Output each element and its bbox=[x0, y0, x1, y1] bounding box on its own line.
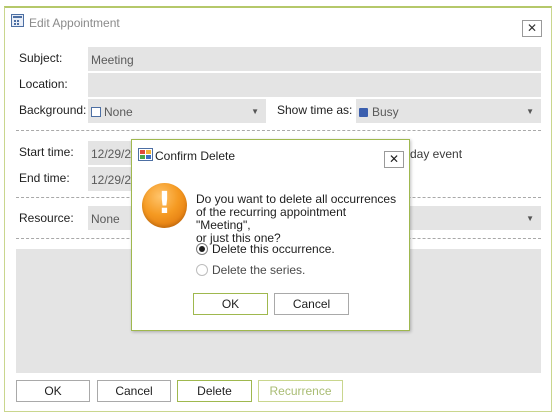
all-day-event-label[interactable]: day event bbox=[410, 147, 462, 161]
location-input[interactable] bbox=[88, 73, 541, 97]
delete-series-label[interactable]: Delete the series. bbox=[212, 263, 305, 277]
dialog-cancel-button[interactable]: Cancel bbox=[274, 293, 349, 315]
chevron-down-icon: ▼ bbox=[251, 107, 259, 116]
dialog-close-button[interactable]: ✕ bbox=[384, 151, 404, 168]
calendar-icon bbox=[11, 14, 24, 27]
subject-label: Subject: bbox=[19, 51, 63, 65]
show-time-as-dropdown[interactable]: Busy ▼ bbox=[356, 99, 541, 123]
background-value: None bbox=[104, 105, 133, 119]
show-time-as-label: Show time as: bbox=[277, 103, 353, 117]
background-label: Background: bbox=[19, 103, 87, 117]
resource-value: None bbox=[91, 212, 120, 226]
delete-series-radio[interactable] bbox=[196, 264, 208, 276]
delete-occurrence-label[interactable]: Delete this occurrence. bbox=[212, 242, 335, 256]
delete-occurrence-radio[interactable] bbox=[196, 243, 208, 255]
subject-input[interactable]: Meeting bbox=[88, 47, 541, 71]
resource-label: Resource: bbox=[19, 211, 74, 225]
end-date-value: 12/29/2 bbox=[91, 173, 132, 187]
start-date-input[interactable]: 12/29/2 bbox=[88, 141, 132, 165]
delete-button[interactable]: Delete bbox=[177, 380, 252, 402]
subject-value: Meeting bbox=[91, 53, 134, 67]
dialog-title: Confirm Delete bbox=[155, 149, 236, 163]
location-label: Location: bbox=[19, 77, 68, 91]
ok-button[interactable]: OK bbox=[16, 380, 90, 402]
window-close-button[interactable]: ✕ bbox=[522, 20, 542, 37]
dialog-message: Do you want to delete all occurrences of… bbox=[196, 193, 401, 245]
end-time-label: End time: bbox=[19, 171, 70, 185]
cancel-button[interactable]: Cancel bbox=[97, 380, 171, 402]
chevron-down-icon: ▼ bbox=[526, 214, 534, 223]
end-date-input[interactable]: 12/29/2 bbox=[88, 167, 132, 191]
show-time-as-value: Busy bbox=[372, 105, 399, 119]
dialog-ok-button[interactable]: OK bbox=[193, 293, 268, 315]
app-window-icon bbox=[138, 148, 153, 161]
separator bbox=[16, 130, 541, 131]
warning-icon: ! bbox=[142, 183, 187, 228]
background-dropdown[interactable]: None ▼ bbox=[88, 99, 266, 123]
none-color-swatch-icon bbox=[91, 107, 101, 117]
dialog-message-line: of the recurring appointment "Meeting", bbox=[196, 205, 347, 232]
warning-exclamation-glyph: ! bbox=[157, 186, 172, 221]
busy-status-icon bbox=[359, 108, 368, 117]
window-title: Edit Appointment bbox=[29, 16, 120, 30]
chevron-down-icon: ▼ bbox=[526, 107, 534, 116]
start-date-value: 12/29/2 bbox=[91, 147, 132, 161]
recurrence-button[interactable]: Recurrence bbox=[258, 380, 343, 402]
start-time-label: Start time: bbox=[19, 145, 74, 159]
